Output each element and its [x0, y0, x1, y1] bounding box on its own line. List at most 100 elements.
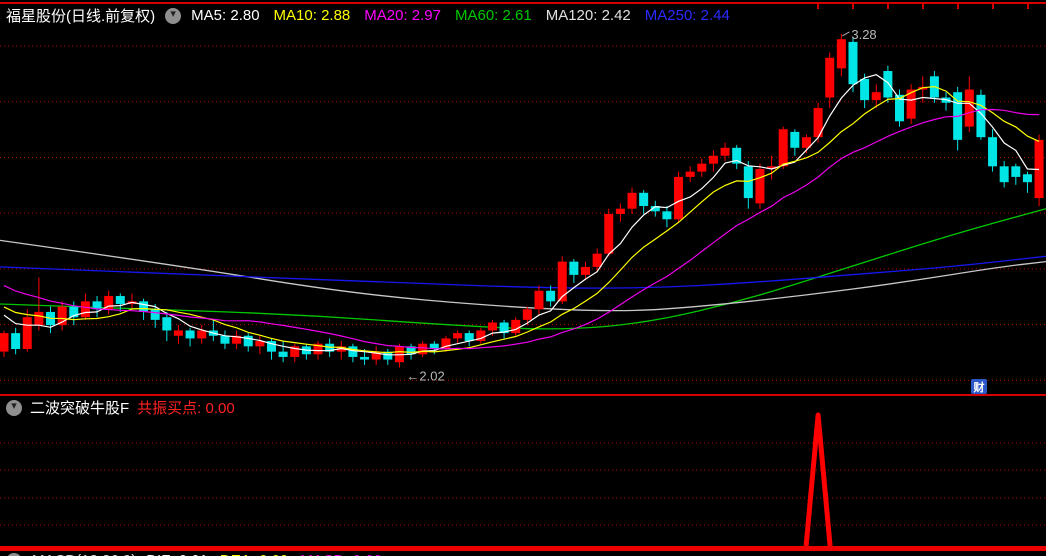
candle [464, 330, 474, 347]
candle-body [569, 261, 579, 275]
candle [627, 187, 637, 214]
candle [755, 163, 765, 209]
candle [383, 348, 393, 365]
candle [1034, 134, 1044, 207]
candle [173, 325, 183, 344]
candle [266, 338, 276, 360]
candle-body [360, 356, 370, 360]
top-tick [817, 3, 819, 9]
candle [162, 311, 172, 342]
candle [790, 129, 800, 156]
candle-body [860, 78, 870, 101]
candle [988, 129, 998, 172]
candle-body [243, 335, 253, 347]
candle-body [871, 92, 881, 101]
candle-body [604, 213, 614, 254]
top-tick [887, 3, 889, 9]
candle [220, 330, 230, 349]
caifu-watermark-badge: 财 [971, 379, 987, 394]
candle [0, 330, 9, 357]
candle [185, 327, 195, 347]
indicator-header: ▾ 二波突破牛股F 共振买点: 0.00 [6, 397, 235, 418]
chevron-down-icon[interactable]: ▾ [6, 552, 22, 556]
chevron-down-icon[interactable]: ▾ [165, 7, 182, 24]
candle-body [534, 290, 544, 310]
ma-readout-ma120: MA120: 2.42 [545, 7, 631, 24]
candle-body [150, 309, 160, 320]
candle-body [162, 317, 172, 331]
candle [301, 343, 311, 360]
candle [615, 203, 625, 222]
candle-body [511, 319, 521, 334]
candle-body [348, 346, 358, 357]
ma-readout-ma5: MA5: 2.80 [191, 7, 260, 24]
candle [883, 65, 893, 103]
candle [511, 317, 521, 336]
candle-body [836, 39, 846, 69]
candle-body [755, 168, 765, 204]
candle-body [453, 333, 463, 339]
candle-body [139, 301, 149, 312]
candle-body [185, 330, 195, 339]
signal-indicator-chart[interactable] [0, 412, 1046, 551]
candle [732, 145, 742, 169]
ma-readout-ma20: MA20: 2.97 [364, 7, 441, 24]
top-border-line [0, 2, 1046, 4]
macd-header-strip-clipped[interactable]: ▾ MACD(12,26,9) DIF: 0.01 DEA: 0.00 MACD: … [0, 551, 1046, 556]
candle [906, 84, 916, 124]
signal-label: 共振买点: [137, 400, 202, 417]
candle [348, 343, 358, 363]
candle-body [825, 57, 835, 98]
chevron-down-icon[interactable]: ▾ [6, 399, 22, 416]
indicator-name: 二波突破牛股F [30, 400, 130, 417]
candle [720, 142, 730, 162]
candle [255, 335, 265, 355]
candle [278, 341, 288, 363]
candle-body [685, 171, 695, 177]
high-annotation: 3.28 [851, 27, 876, 42]
candle-body [720, 147, 730, 156]
candle [708, 150, 718, 172]
candle [290, 343, 300, 363]
macd-readout-dea: DEA: 0.00 [220, 552, 288, 556]
annotation-tick [842, 31, 850, 37]
ma-readout-ma60: MA60: 2.61 [454, 7, 532, 24]
candle-body [976, 94, 986, 138]
app-window: 福星股份(日线.前复权) ▾ MA5: 2.80 MA10: 2.88 MA20: … [0, 0, 1046, 556]
candle [964, 76, 974, 132]
candle [860, 73, 870, 109]
ma-readout-ma250: MA250: 2.44 [644, 7, 730, 24]
candle [1011, 163, 1021, 185]
candle-body [220, 335, 230, 344]
stock-title: 福星股份(日线.前复权) [6, 8, 156, 25]
candle-body [0, 333, 9, 352]
candle [336, 341, 346, 360]
candle-body [1011, 166, 1021, 177]
candle [743, 161, 753, 209]
candlestick-chart[interactable]: 3.28 ←2.02 [0, 26, 1046, 394]
panel-divider[interactable] [0, 394, 1046, 396]
top-tick [957, 3, 959, 9]
ma-readout-ma10: MA10: 2.88 [273, 7, 351, 24]
buy-signal-spike [803, 412, 833, 547]
candle [418, 341, 428, 357]
candle [778, 126, 788, 169]
candle-body [988, 137, 998, 167]
candle [453, 330, 463, 344]
candle-body [883, 71, 893, 98]
candle [674, 171, 684, 222]
candle-body [581, 266, 590, 275]
candle-body [790, 131, 800, 148]
candle-body [80, 301, 90, 318]
candle-body [697, 163, 707, 172]
candle [243, 333, 253, 352]
candle [104, 290, 114, 315]
candle [46, 306, 56, 334]
ma120-line [0, 239, 1046, 312]
candle-body [197, 330, 207, 339]
candle-body [487, 322, 497, 331]
candle-body [1022, 174, 1032, 183]
candle [371, 346, 381, 365]
candle-body [557, 261, 567, 302]
macd-indicator-name: MACD(12,26,9) [32, 552, 136, 556]
